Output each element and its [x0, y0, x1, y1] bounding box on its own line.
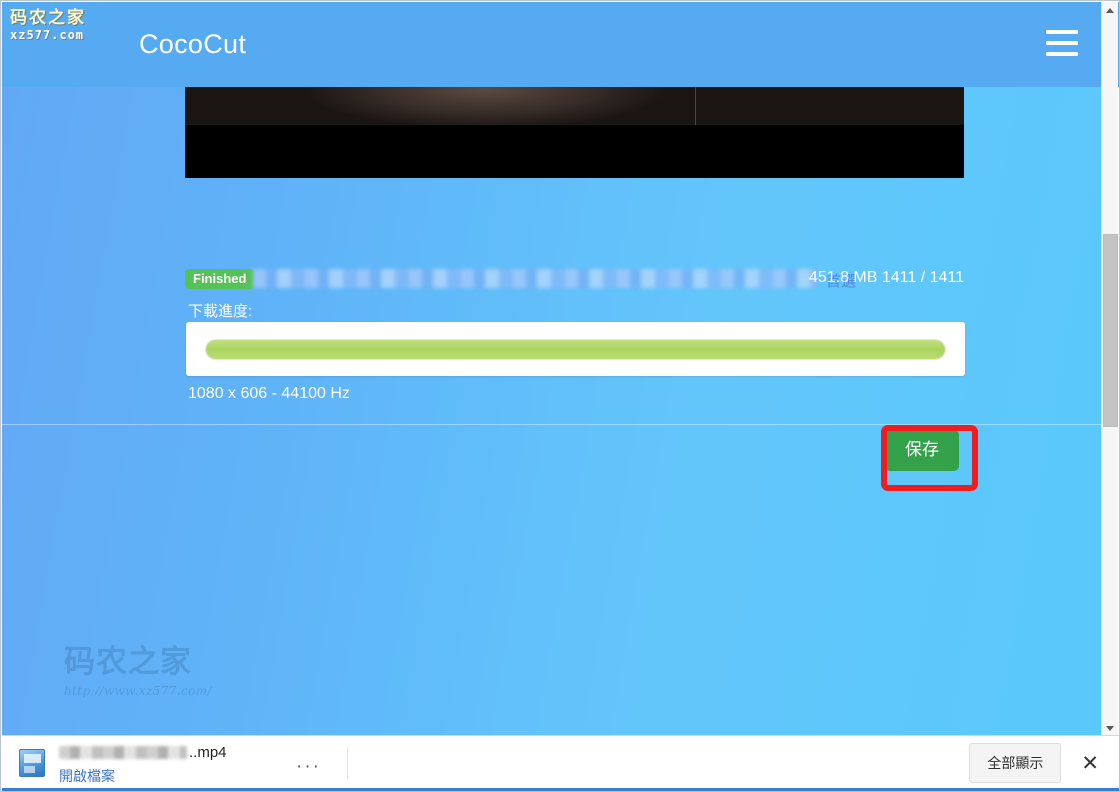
watermark-top-left: 码农之家 xz577.com: [10, 8, 102, 42]
hamburger-bar-3: [1046, 52, 1078, 56]
size-progress-info-1: 451.8 MB 1411 / 1411: [808, 269, 964, 286]
vertical-scrollbar[interactable]: [1101, 2, 1118, 737]
download-meta-row-1: Finished 首選 451.8 MB 1411 / 1411: [185, 268, 964, 290]
download-bar-divider: [346, 747, 348, 779]
app-header: 码农之家 xz577.com CocoCut: [2, 2, 1119, 87]
download-file-info: ..mp4 開啟檔案: [59, 742, 274, 784]
status-badge: Finished: [185, 269, 255, 289]
download-filename-row: ..mp4: [59, 742, 274, 762]
thumbnail-image-content-1: [185, 87, 964, 125]
watermark-chinese-text: 码农之家: [10, 8, 86, 28]
video-title-redacted-1: [253, 269, 818, 288]
download-filename-redacted: [59, 745, 187, 759]
download-file-extension: ..mp4: [189, 743, 227, 761]
scrollbar-thumb[interactable]: [1103, 234, 1118, 427]
close-icon[interactable]: ✕: [1075, 753, 1105, 774]
file-icon: [19, 749, 45, 777]
hamburger-bar-2: [1046, 41, 1078, 45]
progress-fill-1: [206, 339, 945, 359]
app-title: CocoCut: [139, 29, 247, 59]
open-file-link[interactable]: 開啟檔案: [59, 766, 274, 786]
download-bar-right-actions: 全部顯示 ✕: [969, 743, 1105, 783]
download-item-1: Finished 首選 451.8 MB 1411 / 1411 下載進度: 1…: [2, 87, 1104, 491]
download-more-options-icon[interactable]: ···: [296, 756, 321, 778]
progress-bar-container-1: [186, 322, 965, 376]
watermark-url-text: xz577.com: [10, 28, 85, 42]
show-all-downloads-button[interactable]: 全部顯示: [969, 743, 1062, 783]
downloads-scroll-area[interactable]: 码农之家 http://www.xz577.com/ Finished 首選 4…: [2, 87, 1104, 737]
resolution-info-1: 1080 x 606 - 44100 Hz: [188, 385, 350, 402]
cococut-window: 码农之家 xz577.com CocoCut 码农之家 http://www.x…: [0, 0, 1120, 792]
browser-download-bar: ..mp4 開啟檔案 ··· 全部顯示 ✕: [2, 735, 1119, 791]
download-item-2: ( 首選 71.1 MB 203 / 1411 下載進度: 1080 x 606…: [2, 424, 1104, 737]
download-progress-label-1: 下載進度:: [188, 303, 253, 320]
card-divider: [2, 424, 1104, 425]
hamburger-bar-1: [1046, 30, 1078, 34]
scroll-up-arrow-icon[interactable]: [1102, 2, 1118, 19]
hamburger-menu-icon[interactable]: [1046, 30, 1078, 56]
video-thumbnail-1[interactable]: [185, 87, 964, 178]
progress-track-1: [205, 338, 946, 360]
